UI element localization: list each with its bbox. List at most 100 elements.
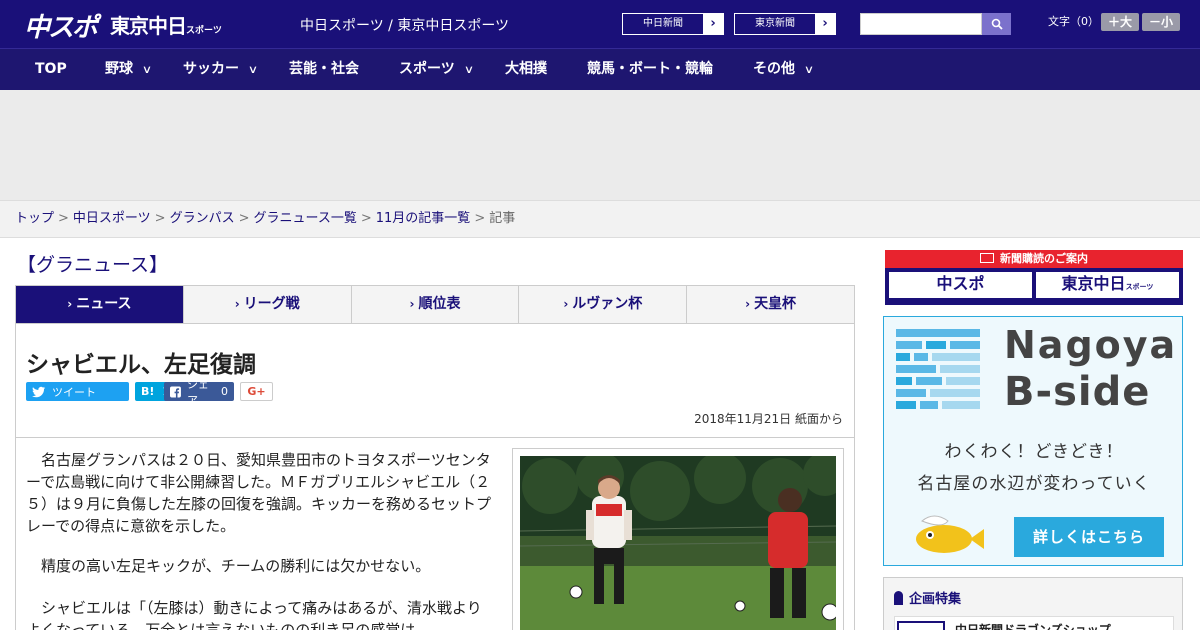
nav-item-sumo[interactable]: 大相撲 — [505, 49, 547, 91]
nav-item-racing[interactable]: 競馬・ボート・競輪 — [587, 49, 713, 91]
breadcrumb-separator: > — [154, 211, 166, 226]
font-size-label: 文字（0） — [1048, 15, 1099, 28]
subscription-banner[interactable]: 新聞購読のご案内 中スポ 東京中日スポーツ — [885, 250, 1183, 305]
nav-item-baseball[interactable]: 野球 ∨ — [105, 49, 153, 91]
chevron-right-icon: › — [563, 297, 569, 311]
chevron-right-icon: › — [703, 14, 723, 34]
special-feature-item[interactable]: 中日新聞ドラゴンズショップ — [894, 616, 1174, 630]
tweet-label: ツイート — [52, 385, 96, 399]
tokyo-shimbun-button[interactable]: 東京新聞 › — [734, 13, 836, 35]
breadcrumb-link-chunichi-sports[interactable]: 中日スポーツ — [73, 211, 151, 226]
breadcrumb-separator: > — [360, 211, 372, 226]
bside-title-line1: Nagoya — [1004, 323, 1178, 367]
article-dateline: 2018年11月21日 紙面から — [694, 412, 843, 426]
nav-item-other[interactable]: その他 ∨ — [753, 49, 815, 91]
breadcrumb-link-top[interactable]: トップ — [15, 211, 54, 226]
tab-league[interactable]: › リーグ戦 — [182, 286, 351, 323]
tab-levain-cup[interactable]: › ルヴァン杯 — [518, 286, 686, 323]
article-paragraph: 精度の高い左足キックが、チームの勝利には欠かせない。 — [41, 557, 431, 575]
bside-copy-line1: わくわく！どきどき！ — [944, 442, 1124, 462]
breadcrumb-link-november[interactable]: 11月の記事一覧 — [376, 211, 471, 226]
chevron-right-icon: › — [815, 14, 835, 34]
chevron-down-icon: ∨ — [463, 63, 475, 76]
tokyo-chunichi-subscribe-text: 東京中日 — [1061, 276, 1126, 293]
nav-label: スポーツ — [399, 61, 455, 77]
brick-wall-icon — [896, 329, 980, 409]
chevron-down-icon: ∨ — [141, 63, 153, 76]
tokyo-chunichi-logo-small: スポーツ — [186, 25, 222, 35]
nav-item-top[interactable]: TOP — [35, 49, 67, 91]
chuspo-subscribe-logo[interactable]: 中スポ — [889, 272, 1032, 298]
chevron-down-icon: ∨ — [803, 63, 815, 76]
hatena-icon: B! — [141, 385, 155, 398]
breadcrumb-separator: > — [238, 211, 250, 226]
ad-banner-area — [0, 90, 1200, 200]
nav-item-entertainment[interactable]: 芸能・社会 — [289, 49, 359, 91]
tab-label: 順位表 — [418, 296, 461, 312]
tokyo-shimbun-label: 東京新聞 — [755, 18, 795, 29]
chunichi-shimbun-button[interactable]: 中日新聞 › — [622, 13, 724, 35]
tweet-button[interactable]: ツイート — [26, 382, 129, 401]
tab-emperors-cup[interactable]: › 天皇杯 — [686, 286, 854, 323]
breadcrumb-separator: > — [474, 211, 486, 226]
chunichi-shimbun-label: 中日新聞 — [643, 18, 683, 29]
tab-news[interactable]: › ニュース — [16, 286, 183, 323]
tab-label: ニュース — [76, 296, 132, 312]
dragons-shop-thumbnail — [897, 621, 945, 630]
section-title: 【グラニュース】 — [17, 254, 169, 276]
facebook-share-count: 0 — [221, 385, 228, 398]
google-plus-button[interactable]: G+ — [240, 382, 273, 401]
nav-label: サッカー — [183, 61, 239, 77]
tokyo-chunichi-logo[interactable]: 東京中日スポーツ — [110, 10, 222, 39]
subscription-logos: 中スポ 東京中日スポーツ — [885, 268, 1183, 302]
special-features-box: 企画特集 中日新聞ドラゴンズショップ — [883, 577, 1183, 630]
tokyo-chunichi-subscribe-logo[interactable]: 東京中日スポーツ — [1036, 272, 1179, 298]
nav-item-soccer[interactable]: サッカー ∨ — [183, 49, 259, 91]
chuspo-logo[interactable]: 中スポ — [24, 7, 98, 44]
font-larger-button[interactable]: ＋大 — [1101, 13, 1139, 31]
ribbon-icon — [894, 591, 903, 605]
article-photo[interactable] — [512, 448, 844, 630]
site-tagline: 中日スポーツ / 東京中日スポーツ — [300, 18, 510, 34]
tab-label: 天皇杯 — [754, 296, 797, 312]
bside-more-button[interactable]: 詳しくはこちら — [1014, 517, 1164, 557]
site-header: 中スポ 東京中日スポーツ 中日スポーツ / 東京中日スポーツ 中日新聞 › 東京… — [0, 0, 1200, 48]
nav-label: 芸能・社会 — [289, 61, 359, 77]
tokyo-chunichi-subscribe-small: スポーツ — [1125, 284, 1154, 291]
chevron-right-icon: › — [409, 297, 415, 311]
nav-label: 大相撲 — [505, 61, 547, 77]
tab-label: ルヴァン杯 — [572, 296, 643, 312]
chevron-right-icon: › — [67, 297, 73, 311]
facebook-share-label: シェア — [186, 377, 209, 407]
nav-label: TOP — [35, 61, 67, 77]
facebook-share-button[interactable]: シェア 0 — [164, 378, 234, 407]
twitter-icon — [32, 386, 46, 397]
training-photo-image — [520, 456, 836, 630]
font-smaller-button[interactable]: －小 — [1142, 13, 1180, 31]
search-input[interactable] — [860, 13, 982, 35]
subscription-header-label: 新聞購読のご案内 — [1000, 252, 1088, 265]
main-nav: TOP 野球 ∨ サッカー ∨ 芸能・社会 スポーツ ∨ 大相撲 競馬・ボート・競輪 … — [0, 48, 1200, 90]
chevron-right-icon: › — [745, 297, 751, 311]
search-icon — [991, 18, 1003, 30]
tab-standings[interactable]: › 順位表 — [350, 286, 519, 323]
article-paragraph: シャビエルは「（左膝は）動きによって痛みはあるが、清水戦よりよくなっている。万全… — [26, 599, 482, 630]
nagoya-bside-ad[interactable]: Nagoya B-side わくわく！どきどき！ 名古屋の水辺が変わっていく 詳… — [883, 316, 1183, 566]
special-features-label: 企画特集 — [909, 592, 962, 607]
article-headline: シャビエル、左足復調 — [26, 352, 256, 378]
bside-copy-line2: 名古屋の水辺が変わっていく — [917, 474, 1151, 494]
chevron-down-icon: ∨ — [247, 63, 259, 76]
tab-label: リーグ戦 — [243, 296, 300, 312]
site-search — [860, 13, 1011, 35]
nav-label: その他 — [753, 61, 795, 77]
special-features-title: 企画特集 — [894, 588, 961, 607]
breadcrumb-link-news-list[interactable]: グラニュース一覧 — [254, 211, 357, 226]
breadcrumb: トップ > 中日スポーツ > グランパス > グラニュース一覧 >11月の記事一覧 > 記事 — [0, 200, 1200, 238]
breadcrumb-link-grampus[interactable]: グランパス — [170, 211, 235, 226]
breadcrumb-separator: > — [58, 211, 69, 226]
nav-item-sports[interactable]: スポーツ ∨ — [399, 49, 475, 91]
search-button[interactable] — [982, 13, 1011, 35]
bside-title-line2: B-side — [1004, 369, 1151, 415]
breadcrumb-current: 記事 — [489, 211, 516, 226]
fish-mascot-icon — [916, 515, 984, 553]
